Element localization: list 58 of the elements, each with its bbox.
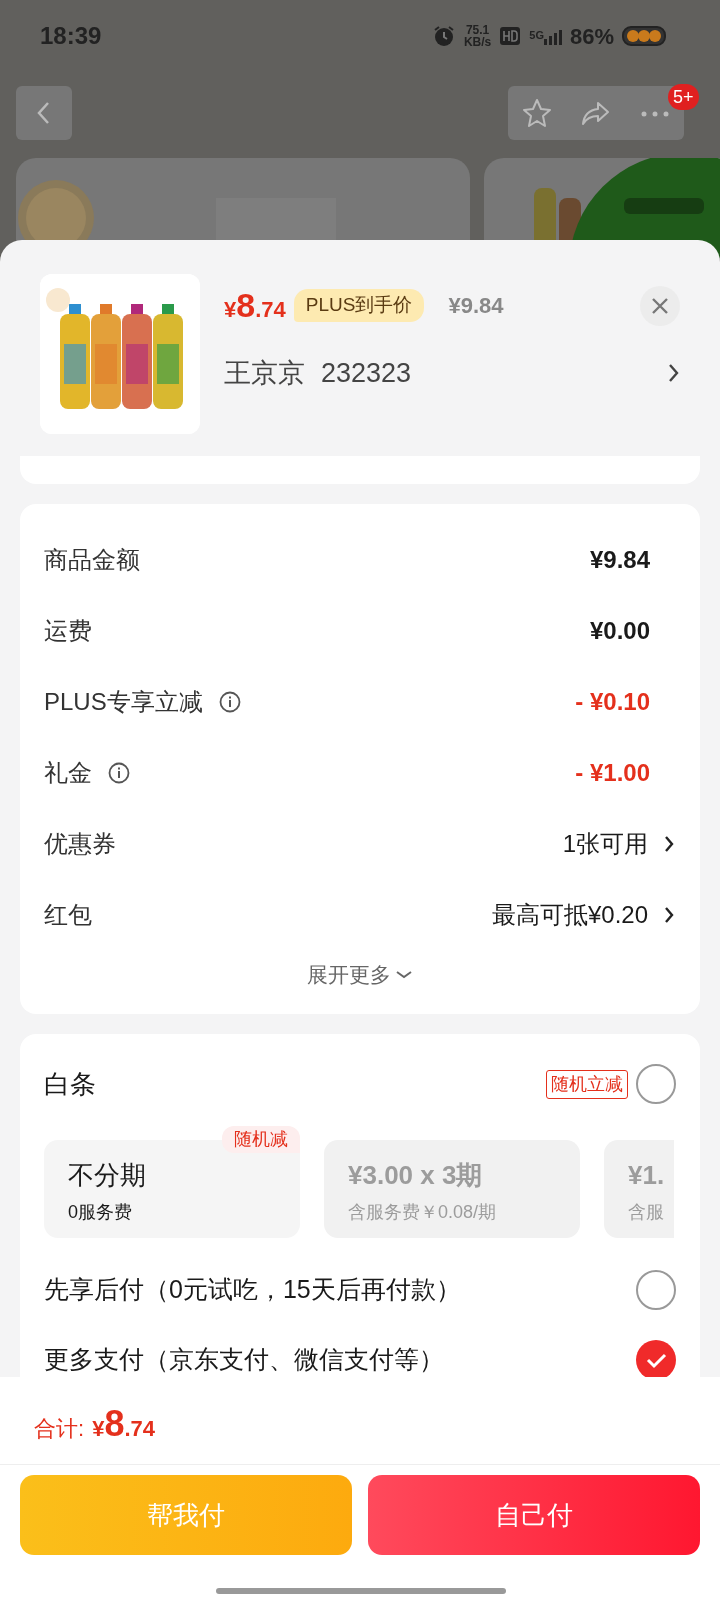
address-row[interactable]: 王京京 232323 [224,353,680,394]
speed-unit: KB/s [463,36,492,48]
share-button[interactable] [580,99,612,127]
close-button[interactable] [640,285,680,326]
chevron-icon [668,363,680,384]
chevron-icon [664,834,676,853]
cost-label: 运费 [44,615,92,646]
info-icon [108,761,130,784]
promo-tag: 随机立减 [546,1069,628,1099]
installment-title: 不分期 [68,1159,147,1192]
pay-button[interactable]: 自己付 [368,1475,700,1555]
network-label: 5G [529,28,544,43]
radio-button[interactable] [636,1064,676,1104]
share-icon [580,99,612,127]
close-icon [651,296,669,315]
installment-fee: 0服务费 [68,1201,133,1224]
cost-value: ¥0.00 [589,615,650,646]
info-icon [218,690,241,713]
cost-label: 商品金额 [44,544,140,575]
cost-value[interactable]: 1张可用 [562,825,648,862]
speed-value: 75.1 [464,24,491,36]
plus-price-tag: PLUS到手价 [293,289,425,322]
radio-button[interactable] [636,1340,676,1377]
cost-value: ¥9.84 [589,544,650,575]
promo-tag: 随机减 [222,1126,300,1153]
cost-label: 优惠券 [44,828,116,859]
installment-fee: 含服 [628,1201,665,1224]
hd-icon [499,25,522,47]
back-button[interactable] [16,86,72,140]
battery-icon [622,26,666,46]
payment-method-label: 白条 [44,1067,96,1101]
recipient-number: 232323 [321,357,412,390]
expand-more-button[interactable]: 展开更多 [44,950,676,1000]
sale-price: ¥8.74 [224,285,286,326]
cost-label: PLUS专享立减 [44,686,203,717]
payment-option-label: 先享后付（0元试吃，15天后再付款） [44,1274,461,1306]
status-time: 18:39 [40,21,102,51]
radio-button[interactable] [636,1270,676,1310]
total-label: 合计: [34,1415,85,1443]
cost-value[interactable]: 最高可抵¥0.20 [491,896,648,933]
discount-amount: - ¥1.00 [575,757,650,788]
star-icon [522,98,552,128]
installment-title: ¥3.00 x 3期 [348,1159,484,1192]
cost-label: 礼金 [44,757,92,788]
chevron-icon [664,905,676,924]
installment-fee: 含服务费￥0.08/期 [348,1201,498,1224]
recipient-name: 王京京 [224,357,305,390]
favorite-button[interactable] [522,98,552,128]
total-price: ¥8.74 [92,1402,155,1446]
installment-title: ¥1. [628,1159,666,1192]
signal-icon [543,27,562,45]
chevron-down-icon [395,970,413,980]
battery-level: 86% [569,22,614,51]
cost-label: 红包 [44,899,92,930]
discount-amount: - ¥0.10 [575,686,650,717]
original-price: ¥9.84 [448,292,504,320]
more-icon [640,109,670,118]
payment-option-label: 更多支付（京东支付、微信支付等） [44,1344,444,1376]
